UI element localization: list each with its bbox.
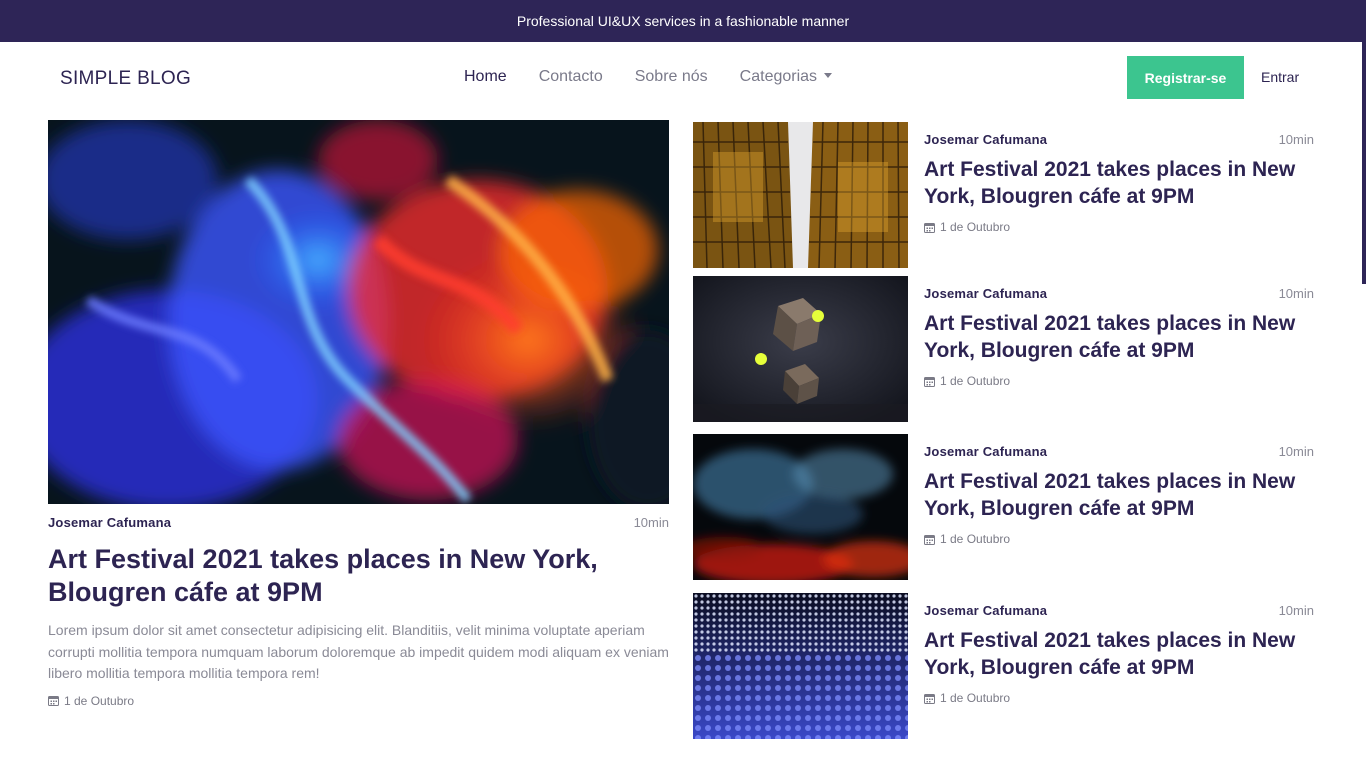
login-link[interactable]: Entrar [1261,69,1299,85]
calendar-icon [924,693,935,704]
featured-article[interactable]: Josemar Cafumana 10min Art Festival 2021… [48,120,669,708]
read-time: 10min [633,515,669,530]
caret-down-icon [824,72,833,78]
nav-link-categorias-label: Categorias [739,68,818,85]
post-date: 1 de Outubro [924,532,1314,546]
post-meta: Josemar Cafumana 10min [924,603,1314,618]
post-title[interactable]: Art Festival 2021 takes places in New Yo… [924,310,1314,364]
post-date-text: 1 de Outubro [64,693,135,708]
post-card[interactable]: Josemar Cafumana 10min Art Festival 2021… [693,276,1314,423]
post-title[interactable]: Art Festival 2021 takes places in New Yo… [924,156,1314,210]
featured-meta: Josemar Cafumana 10min [48,515,669,530]
post-card[interactable]: Josemar Cafumana 10min Art Festival 2021… [693,593,1314,740]
read-time: 10min [1278,603,1314,618]
nav-link-sobre-nos[interactable]: Sobre nós [635,68,708,86]
post-date: 1 de Outubro [924,374,1314,388]
featured-image[interactable] [48,120,669,504]
post-card[interactable]: Josemar Cafumana 10min Art Festival 2021… [693,434,1314,581]
read-time: 10min [1278,286,1314,301]
navbar: SIMPLE BLOG Home Contacto Sobre nós Cate… [0,42,1366,114]
scrollbar[interactable] [1362,42,1366,284]
post-date: 1 de Outubro [48,694,669,708]
post-card[interactable]: Josemar Cafumana 10min Art Festival 2021… [693,122,1314,269]
author-name[interactable]: Josemar Cafumana [48,515,171,530]
post-body: Josemar Cafumana 10min Art Festival 2021… [924,286,1314,388]
post-date-text: 1 de Outubro [940,532,1011,546]
featured-excerpt: Lorem ipsum dolor sit amet consectetur a… [48,622,669,681]
brand-logo[interactable]: SIMPLE BLOG [60,68,191,90]
nav-link-contacto[interactable]: Contacto [539,68,603,86]
post-body: Josemar Cafumana 10min Art Festival 2021… [924,444,1314,546]
calendar-icon [924,222,935,233]
read-time: 10min [1278,132,1314,147]
author-name[interactable]: Josemar Cafumana [924,286,1047,301]
post-image-cubes[interactable] [693,276,908,422]
post-title[interactable]: Art Festival 2021 takes places in New Yo… [924,627,1314,681]
announcement-text: Professional UI&UX services in a fashion… [516,13,850,29]
post-date-text: 1 de Outubro [940,374,1011,388]
announcement-bar: Professional UI&UX services in a fashion… [0,0,1366,42]
post-date: 1 de Outubro [924,691,1314,705]
nav-link-categorias[interactable]: Categorias [739,68,833,86]
read-time: 10min [1278,444,1314,459]
calendar-icon [924,534,935,545]
nav-links: Home Contacto Sobre nós Categorias [464,68,864,86]
post-body: Josemar Cafumana 10min Art Festival 2021… [924,132,1314,234]
author-name[interactable]: Josemar Cafumana [924,603,1047,618]
post-image-smoke[interactable] [693,434,908,580]
register-button[interactable]: Registrar-se [1127,56,1244,99]
post-body: Josemar Cafumana 10min Art Festival 2021… [924,603,1314,705]
post-image-skyscrapers[interactable] [693,122,908,268]
post-meta: Josemar Cafumana 10min [924,286,1314,301]
post-meta: Josemar Cafumana 10min [924,132,1314,147]
featured-title[interactable]: Art Festival 2021 takes places in New Yo… [48,543,669,609]
post-image-led-grid[interactable] [693,593,908,739]
post-date-text: 1 de Outubro [940,220,1011,234]
nav-link-home[interactable]: Home [464,68,507,86]
post-date: 1 de Outubro [924,220,1314,234]
author-name[interactable]: Josemar Cafumana [924,444,1047,459]
author-name[interactable]: Josemar Cafumana [924,132,1047,147]
post-title[interactable]: Art Festival 2021 takes places in New Yo… [924,468,1314,522]
calendar-icon [924,376,935,387]
calendar-icon [48,696,59,706]
post-meta: Josemar Cafumana 10min [924,444,1314,459]
post-date-text: 1 de Outubro [940,691,1011,705]
